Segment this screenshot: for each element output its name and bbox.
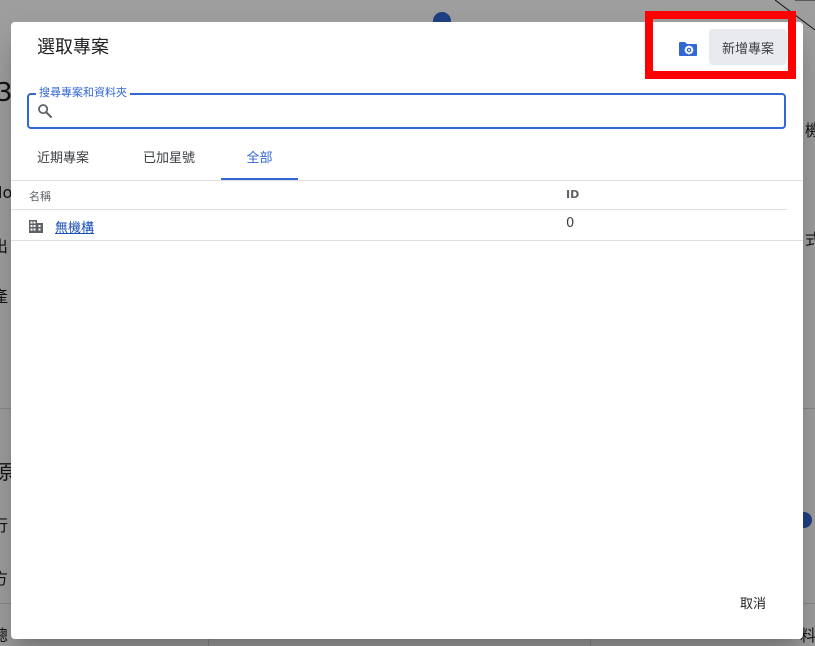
cancel-button[interactable]: 取消 bbox=[736, 588, 770, 616]
new-project-button[interactable]: 新增專案 bbox=[709, 29, 787, 65]
tab-bar: 近期專案 已加星號 全部 bbox=[11, 144, 803, 181]
table-header: 名稱 ID bbox=[11, 182, 787, 210]
table-row[interactable]: 無機構 0 bbox=[11, 210, 803, 241]
column-header-name: 名稱 bbox=[29, 190, 51, 203]
search-icon bbox=[38, 104, 52, 118]
search-field[interactable]: 搜尋專案和資料夾 bbox=[27, 86, 786, 129]
folder-settings-icon[interactable] bbox=[676, 37, 700, 61]
dialog-title: 選取專案 bbox=[37, 37, 109, 58]
column-header-id: ID bbox=[566, 188, 580, 201]
organization-icon bbox=[29, 220, 43, 233]
tab-starred[interactable]: 已加星號 bbox=[134, 144, 204, 178]
search-label: 搜尋專案和資料夾 bbox=[36, 86, 130, 100]
row-id: 0 bbox=[566, 216, 575, 231]
select-project-dialog: 選取專案 新增專案 搜尋專案和資料夾 近期專案 已加星號 全部 名稱 ID 無機… bbox=[11, 22, 803, 639]
tab-recent[interactable]: 近期專案 bbox=[28, 144, 98, 178]
search-input[interactable] bbox=[59, 99, 778, 125]
tab-all[interactable]: 全部 bbox=[221, 144, 298, 180]
organization-link[interactable]: 無機構 bbox=[55, 217, 94, 236]
